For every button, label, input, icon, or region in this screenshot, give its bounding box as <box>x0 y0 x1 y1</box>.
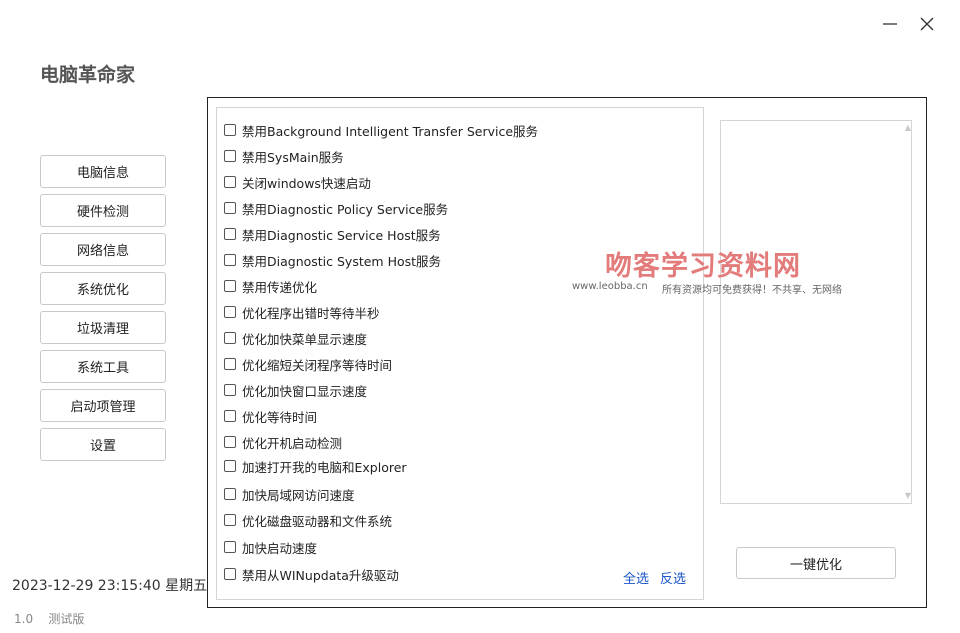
option-label: 优化程序出错时等待半秒 <box>242 305 380 321</box>
version-info: 1.0 测试版 <box>14 610 84 627</box>
option-row[interactable]: 禁用Background Intelligent Transfer Servic… <box>224 120 538 140</box>
option-label: 禁用Diagnostic System Host服务 <box>242 253 442 269</box>
option-label: 优化磁盘驱动器和文件系统 <box>242 513 393 529</box>
option-label: 加速打开我的电脑和Explorer <box>242 459 407 475</box>
option-checkbox[interactable] <box>224 150 236 162</box>
nav-item-7[interactable]: 设置 <box>40 428 166 461</box>
option-label: 优化等待时间 <box>242 409 318 425</box>
nav-item-6[interactable]: 启动项管理 <box>40 389 166 422</box>
option-label: 禁用Background Intelligent Transfer Servic… <box>242 123 539 139</box>
option-label: 加快局域网访问速度 <box>242 487 355 503</box>
option-label: 关闭windows快速启动 <box>242 175 371 191</box>
option-row[interactable]: 优化加快窗口显示速度 <box>224 380 367 400</box>
option-row[interactable]: 禁用Diagnostic System Host服务 <box>224 250 441 270</box>
option-row[interactable]: 禁用Diagnostic Service Host服务 <box>224 224 441 244</box>
scroll-down-arrow-icon[interactable]: ▼ <box>903 490 913 500</box>
invert-selection-link[interactable]: 反选 <box>660 568 686 587</box>
option-checkbox[interactable] <box>224 488 236 500</box>
close-button[interactable] <box>913 10 941 38</box>
option-label: 禁用从WINupdata升级驱动 <box>242 567 399 583</box>
option-checkbox[interactable] <box>224 124 236 136</box>
option-label: 禁用Diagnostic Policy Service服务 <box>242 201 449 217</box>
option-checkbox[interactable] <box>224 436 236 448</box>
option-label: 优化开机启动检测 <box>242 435 343 451</box>
app-title: 电脑革命家 <box>40 64 136 86</box>
select-all-link[interactable]: 全选 <box>623 568 649 587</box>
option-checkbox[interactable] <box>224 332 236 344</box>
option-row[interactable]: 禁用传递优化 <box>224 276 317 296</box>
option-checkbox[interactable] <box>224 306 236 318</box>
nav-item-4[interactable]: 垃圾清理 <box>40 311 166 344</box>
minimize-icon <box>883 23 897 25</box>
option-label: 禁用传递优化 <box>242 279 318 295</box>
option-label: 禁用SysMain服务 <box>242 149 344 165</box>
option-label: 优化加快菜单显示速度 <box>242 331 368 347</box>
close-icon <box>920 17 934 31</box>
option-checkbox[interactable] <box>224 254 236 266</box>
option-checkbox[interactable] <box>224 541 236 553</box>
option-row[interactable]: 优化磁盘驱动器和文件系统 <box>224 510 392 530</box>
option-row[interactable]: 加快启动速度 <box>224 537 317 557</box>
option-checkbox[interactable] <box>224 514 236 526</box>
option-row[interactable]: 加速打开我的电脑和Explorer <box>224 456 407 476</box>
option-row[interactable]: 禁用从WINupdata升级驱动 <box>224 564 399 584</box>
nav-item-2[interactable]: 网络信息 <box>40 233 166 266</box>
datetime-display: 2023-12-29 23:15:40 星期五 <box>12 578 208 594</box>
nav-item-3[interactable]: 系统优化 <box>40 272 166 305</box>
option-row[interactable]: 优化缩短关闭程序等待时间 <box>224 354 392 374</box>
option-row[interactable]: 优化等待时间 <box>224 406 317 426</box>
nav-item-5[interactable]: 系统工具 <box>40 350 166 383</box>
version-label: 测试版 <box>48 612 85 626</box>
option-label: 禁用Diagnostic Service Host服务 <box>242 227 441 243</box>
scroll-up-arrow-icon[interactable]: ▲ <box>903 122 913 132</box>
option-checkbox[interactable] <box>224 358 236 370</box>
option-label: 优化加快窗口显示速度 <box>242 383 368 399</box>
output-log-box[interactable] <box>720 120 912 504</box>
nav-item-0[interactable]: 电脑信息 <box>40 155 166 188</box>
option-row[interactable]: 禁用Diagnostic Policy Service服务 <box>224 198 448 218</box>
one-click-optimize-button[interactable]: 一键优化 <box>736 547 896 579</box>
watermark-title: 吻客学习资料网 <box>605 251 801 282</box>
watermark-url: www.leobba.cn <box>572 281 648 292</box>
option-row[interactable]: 关闭windows快速启动 <box>224 172 371 192</box>
option-checkbox[interactable] <box>224 384 236 396</box>
option-checkbox[interactable] <box>224 228 236 240</box>
option-row[interactable]: 优化程序出错时等待半秒 <box>224 302 380 322</box>
option-checkbox[interactable] <box>224 410 236 422</box>
option-row[interactable]: 禁用SysMain服务 <box>224 146 344 166</box>
option-checkbox[interactable] <box>224 568 236 580</box>
option-checkbox[interactable] <box>224 280 236 292</box>
option-label: 加快启动速度 <box>242 540 318 556</box>
version-number: 1.0 <box>14 612 34 626</box>
nav-item-1[interactable]: 硬件检测 <box>40 194 166 227</box>
option-row[interactable]: 加快局域网访问速度 <box>224 484 355 504</box>
option-row[interactable]: 优化加快菜单显示速度 <box>224 328 367 348</box>
minimize-button[interactable] <box>876 10 904 38</box>
option-checkbox[interactable] <box>224 176 236 188</box>
watermark-slogan: 所有资源均可免费获得！不共享、无网络 <box>662 285 842 296</box>
option-checkbox[interactable] <box>224 460 236 472</box>
option-checkbox[interactable] <box>224 202 236 214</box>
option-row[interactable]: 优化开机启动检测 <box>224 432 342 452</box>
option-label: 优化缩短关闭程序等待时间 <box>242 357 393 373</box>
